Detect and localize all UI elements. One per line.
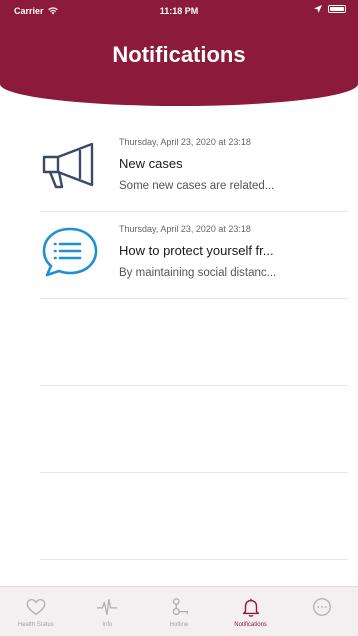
location-arrow-icon [314, 5, 322, 13]
more-icon [313, 598, 332, 616]
notification-body: By maintaining social distanc... [119, 267, 277, 279]
heart-icon [26, 599, 46, 616]
tab-notifications[interactable]: Notifications [215, 587, 287, 636]
tab-label: Info [102, 622, 113, 628]
battery-icon [328, 5, 346, 13]
pulse-icon [97, 599, 118, 615]
tab-hotline[interactable]: Hotline [143, 587, 215, 636]
status-time: 11:18 PM [159, 6, 199, 16]
tab-label: Hotline [169, 622, 189, 628]
tab-more[interactable] [286, 587, 358, 636]
tab-label: Notifications [234, 622, 267, 628]
status-right [314, 5, 346, 13]
notification-date: Thursday, April 23, 2020 at 23:18 [119, 224, 251, 234]
notification-item[interactable]: Thursday, April 23, 2020 at 23:18 How to… [40, 212, 348, 299]
page-title: Notifications [112, 42, 246, 67]
tab-health-status[interactable]: Health Status [0, 587, 72, 636]
tab-label: Health Status [17, 622, 54, 628]
empty-list-row [40, 473, 348, 560]
phone-icon [172, 598, 188, 616]
megaphone-icon [42, 142, 94, 189]
empty-list-row [40, 386, 348, 473]
notification-title: New cases [119, 156, 183, 171]
chat-bubble-icon [42, 227, 98, 277]
notification-text: Thursday, April 23, 2020 at 23:18 New ca… [119, 137, 347, 192]
notification-text: Thursday, April 23, 2020 at 23:18 How to… [119, 224, 347, 279]
status-bar: Carrier 11:18 PM [0, 0, 358, 22]
empty-list-row [40, 299, 348, 386]
notification-item[interactable]: Thursday, April 23, 2020 at 23:18 New ca… [40, 125, 348, 212]
tab-bar: Health Status Info Hotline Notifications [0, 586, 358, 636]
header: Carrier 11:18 PM Notifications [0, 0, 358, 106]
tab-info[interactable]: Info [72, 587, 144, 636]
notification-title: How to protect yourself fr... [119, 243, 274, 258]
notification-date: Thursday, April 23, 2020 at 23:18 [119, 137, 251, 147]
notification-list: Thursday, April 23, 2020 at 23:18 New ca… [40, 125, 348, 560]
notification-body: Some new cases are related... [119, 180, 275, 192]
bell-icon [242, 598, 259, 617]
